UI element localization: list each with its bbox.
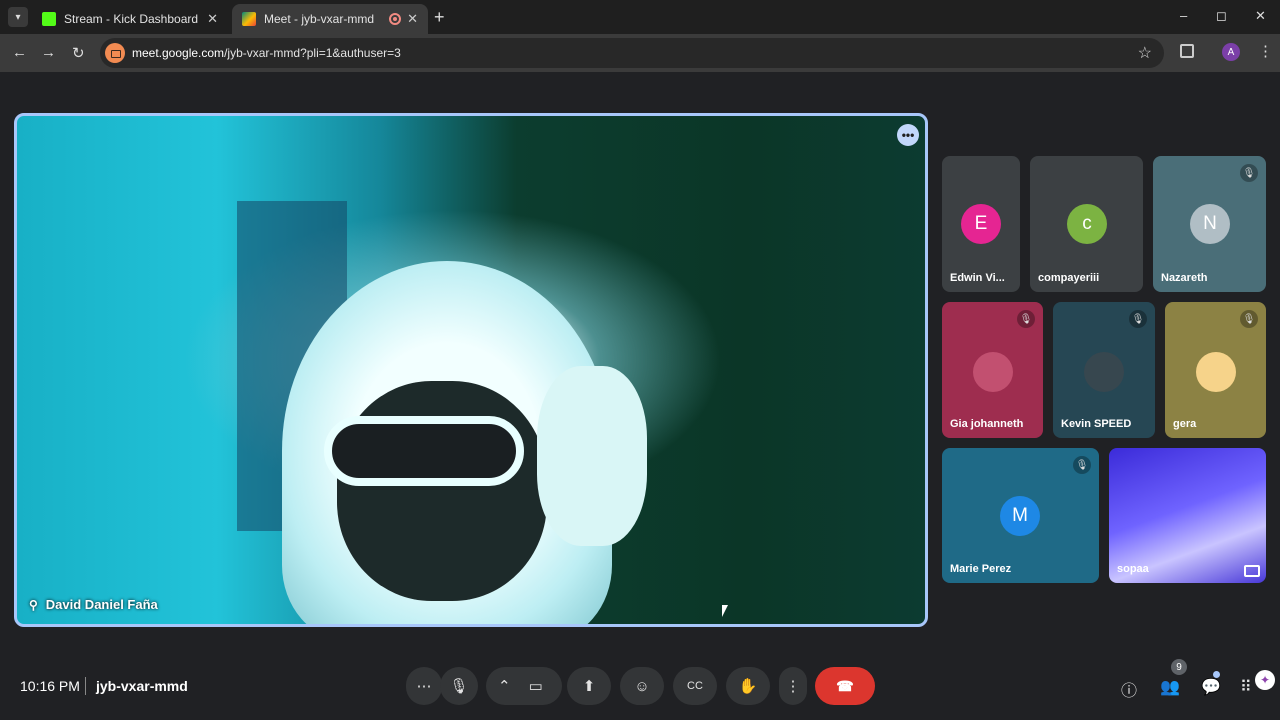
chevron-up-icon[interactable]: ⌃	[498, 677, 511, 695]
activities-icon[interactable]: ⠿	[1240, 677, 1252, 697]
more-options-icon[interactable]: ⋯	[406, 667, 442, 705]
participant-tile[interactable]: c compayeriii	[1030, 156, 1143, 292]
camera-icon: ▭	[528, 678, 543, 695]
recording-icon	[389, 13, 402, 25]
clock: 10:16 PM	[20, 678, 80, 694]
tab-close-icon[interactable]: ✕	[407, 11, 418, 27]
muted-mic-icon: 🎙	[1240, 164, 1258, 182]
avatar: M	[1000, 496, 1040, 536]
tab-title: Stream - Kick Dashboard	[64, 12, 199, 26]
participant-tile[interactable]: sopaa	[1109, 448, 1266, 583]
back-icon[interactable]: ←	[12, 44, 27, 61]
window-close-icon[interactable]: ✕	[1255, 8, 1266, 24]
extensions-icon[interactable]	[1180, 44, 1194, 58]
participant-tile[interactable]: 🎙 N Nazareth	[1153, 156, 1266, 292]
more-actions-icon[interactable]: ⋮	[779, 667, 807, 705]
avatar: E	[961, 204, 1001, 244]
avatar-photo	[1084, 352, 1124, 392]
participant-name: gera	[1173, 418, 1197, 430]
minimize-icon[interactable]: –	[1180, 8, 1187, 23]
people-count-badge: 9	[1171, 659, 1187, 675]
participant-name: Edwin Vi...	[950, 272, 1005, 284]
participant-name: Nazareth	[1161, 272, 1208, 284]
meeting-info-icon[interactable]: ⓘ	[1121, 677, 1137, 701]
pin-icon: ⚲	[29, 597, 38, 612]
kick-favicon-icon	[42, 12, 56, 26]
meeting-code: jyb-vxar-mmd	[96, 678, 188, 694]
camera-site-icon[interactable]	[105, 43, 125, 63]
main-speaker-tile[interactable]: ••• ⚲ David Daniel Faña	[14, 113, 928, 627]
participant-tile[interactable]: 🎙 gera	[1165, 302, 1266, 438]
video-face	[337, 381, 547, 601]
participant-tile[interactable]: 🎙 Gia johanneth	[942, 302, 1043, 438]
emoji-reactions-button[interactable]: ☺	[620, 667, 664, 705]
meet-favicon-icon	[242, 12, 256, 26]
participant-name: compayeriii	[1038, 272, 1100, 284]
participant-tile[interactable]: E Edwin Vi...	[942, 156, 1020, 292]
tab-meet[interactable]: Meet - jyb-vxar-mmd ✕	[232, 4, 428, 34]
tab-title: Meet - jyb-vxar-mmd	[264, 12, 375, 26]
participant-name: Gia johanneth	[950, 418, 1024, 430]
people-icon[interactable]: 👥	[1160, 677, 1180, 697]
avatar-photo	[1196, 352, 1236, 392]
profile-avatar[interactable]: A	[1222, 43, 1240, 61]
reload-icon[interactable]: ↻	[72, 44, 85, 62]
address-bar[interactable]: meet.google.com/jyb-vxar-mmd?pli=1&authu…	[100, 38, 1164, 68]
gemini-icon[interactable]: ✦	[1255, 670, 1275, 690]
forward-icon[interactable]: →	[41, 44, 56, 61]
chat-icon[interactable]: 💬	[1201, 677, 1221, 697]
avatar: c	[1067, 204, 1107, 244]
present-screen-button[interactable]: ⬆	[567, 667, 611, 705]
muted-mic-icon: 🎙	[1073, 456, 1091, 474]
muted-mic-icon: 🎙	[1240, 310, 1258, 328]
divider	[85, 677, 86, 695]
tab-kick-dashboard[interactable]: Stream - Kick Dashboard ✕	[32, 4, 228, 34]
url-text: meet.google.com/jyb-vxar-mmd?pli=1&authu…	[132, 46, 401, 60]
video-glasses	[324, 416, 524, 486]
bookmark-star-icon[interactable]: ☆	[1138, 43, 1152, 63]
tab-search-chevron-icon[interactable]: ▾	[8, 7, 28, 27]
captions-button[interactable]: CC	[673, 667, 717, 705]
meeting-controls-bar: 10:16 PM jyb-vxar-mmd ⋯ 🎙 ⌃ ▭ ⬆ ☺ CC ✋ ⋮…	[0, 650, 1280, 720]
browser-toolbar: ← → ↻ meet.google.com/jyb-vxar-mmd?pli=1…	[0, 34, 1280, 72]
camera-button[interactable]: ⌃ ▭	[486, 667, 562, 705]
microphone-button[interactable]: 🎙	[440, 667, 478, 705]
screen-share-icon	[1244, 565, 1260, 577]
maximize-icon[interactable]: ◻	[1216, 8, 1227, 24]
tab-close-icon[interactable]: ✕	[207, 11, 218, 27]
participant-tile[interactable]: 🎙 Kevin SPEED	[1053, 302, 1155, 438]
raise-hand-button[interactable]: ✋	[726, 667, 770, 705]
participant-name: Kevin SPEED	[1061, 418, 1132, 430]
browser-menu-icon[interactable]: ⋮	[1258, 42, 1273, 60]
participant-tile[interactable]: 🎙 M Marie Perez	[942, 448, 1099, 583]
participant-name: sopaa	[1117, 563, 1149, 575]
muted-mic-icon: 🎙	[1017, 310, 1035, 328]
avatar-photo	[973, 352, 1013, 392]
video-hand	[537, 366, 647, 546]
main-speaker-name: David Daniel Faña	[45, 597, 158, 612]
participant-name: Marie Perez	[950, 563, 1012, 575]
main-speaker-label: ⚲ David Daniel Faña	[29, 597, 158, 612]
browser-tab-bar: ▾ Stream - Kick Dashboard ✕ Meet - jyb-v…	[0, 0, 1280, 34]
avatar: N	[1190, 204, 1230, 244]
new-tab-button[interactable]: +	[434, 7, 445, 28]
chat-notification-dot	[1213, 671, 1220, 678]
muted-mic-icon: 🎙	[1129, 310, 1147, 328]
tile-more-options-icon[interactable]: •••	[897, 124, 919, 146]
mouse-cursor	[722, 605, 728, 617]
end-call-button[interactable]: ☎	[815, 667, 875, 705]
